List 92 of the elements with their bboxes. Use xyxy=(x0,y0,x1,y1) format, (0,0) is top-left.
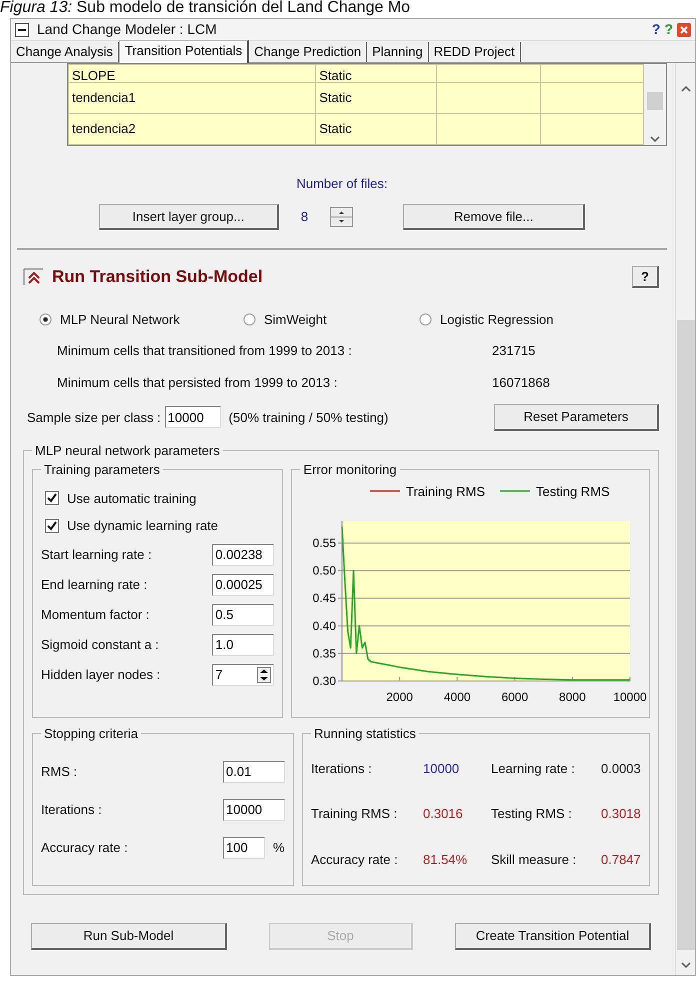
radio-button[interactable] xyxy=(243,312,256,326)
input-field[interactable]: 10000 xyxy=(223,798,285,820)
group-title: Running statistics xyxy=(313,726,417,740)
table-cell: Static xyxy=(316,114,436,144)
input-field[interactable]: 100 xyxy=(223,836,265,858)
stat-value: 16071868 xyxy=(492,374,550,392)
field-label: Sigmoid constant a : xyxy=(41,636,159,654)
radio-label: Logistic Regression xyxy=(440,310,554,329)
axis-tick-label: 10000 xyxy=(614,690,648,704)
insert-layer-button[interactable]: Insert layer group... xyxy=(98,204,279,230)
group-title: Error monitoring xyxy=(302,462,398,476)
checkbox[interactable] xyxy=(45,518,59,533)
stat-label: Accuracy rate : xyxy=(311,850,399,869)
axis-tick-label: 4000 xyxy=(444,690,471,704)
close-icon[interactable] xyxy=(677,22,691,36)
file-count: 8 xyxy=(300,208,308,226)
spin-field[interactable]: 7 xyxy=(212,664,274,686)
axis-tick-label: 6000 xyxy=(502,690,529,704)
group-title: MLP neural network parameters xyxy=(34,442,221,458)
input-field[interactable]: 0.01 xyxy=(223,760,285,782)
legend-label: Training RMS xyxy=(406,484,486,498)
stat-label: Minimum cells that persisted from 1999 to 2013 : xyxy=(57,374,338,392)
remove-file-button[interactable]: Remove file... xyxy=(403,204,586,230)
radio-label: SimWeight xyxy=(264,310,327,329)
table-cell: Static xyxy=(316,82,436,114)
axis-tick-label: 0.40 xyxy=(313,618,336,632)
checkbox-label: Use dynamic learning rate xyxy=(67,517,218,535)
window-title: Land Change Modeler : LCM xyxy=(37,20,217,39)
collapse-toggle-icon[interactable] xyxy=(23,268,44,286)
scrollbar-thumb[interactable] xyxy=(647,92,663,110)
reset-parameters-button[interactable]: Reset Parameters xyxy=(494,404,659,430)
section-title: Run Transition Sub-Model xyxy=(52,266,263,288)
input-field[interactable]: 1.0 xyxy=(212,634,274,656)
stat-label: Testing RMS : xyxy=(491,805,573,823)
input-field[interactable]: 0.00238 xyxy=(212,544,274,566)
help-button[interactable]: ? xyxy=(652,19,660,40)
radio-button[interactable] xyxy=(419,312,432,326)
unit-label: % xyxy=(273,838,285,857)
field-label: RMS : xyxy=(41,762,78,781)
checkbox[interactable] xyxy=(45,491,59,506)
help-button[interactable]: ? xyxy=(632,266,659,288)
collapse-icon[interactable] xyxy=(15,22,29,36)
spin-button[interactable] xyxy=(330,206,354,227)
tab[interactable]: Transition Potentials xyxy=(118,40,250,63)
stat-label: Skill measure : xyxy=(491,850,578,868)
legend-line xyxy=(370,490,400,492)
group-title: Training parameters xyxy=(43,462,161,476)
axis-tick-label: 0.55 xyxy=(313,536,336,550)
sample-note: (50% training / 50% testing) xyxy=(228,408,388,427)
legend-line xyxy=(500,490,530,492)
table-cell: tendencia2 xyxy=(68,114,316,144)
action-button[interactable]: Create Transition Potential xyxy=(455,923,651,950)
axis-tick-label: 8000 xyxy=(559,690,586,704)
stat-label: Training RMS : xyxy=(311,805,398,823)
axis-tick-label: 0.30 xyxy=(313,674,336,688)
axis-tick-label: 0.35 xyxy=(313,646,336,660)
checkbox-label: Use automatic training xyxy=(67,490,196,508)
stat-value: 0.3016 xyxy=(423,805,464,823)
input-field[interactable]: 0.5 xyxy=(212,604,274,626)
stat-value: 0.0003 xyxy=(601,760,641,778)
table-cell: tendencia1 xyxy=(68,82,316,114)
field-label: End learning rate : xyxy=(41,576,148,594)
axis-tick-label: 0.45 xyxy=(313,590,336,605)
files-label: Number of files: xyxy=(295,175,389,193)
table-cell: Static xyxy=(316,64,436,82)
field-label: Start learning rate : xyxy=(41,546,152,564)
group-title: Stopping criteria xyxy=(43,726,139,740)
scrollbar-thumb[interactable] xyxy=(676,320,694,950)
radio-label: MLP Neural Network xyxy=(60,310,180,328)
stat-label: Learning rate : xyxy=(491,760,576,778)
sample-size-field[interactable]: 10000 xyxy=(164,406,221,428)
axis-tick-label: 0.50 xyxy=(313,563,336,578)
stat-label: Minimum cells that transitioned from 1999 to 2013 : xyxy=(57,342,353,360)
action-button[interactable]: Run Sub-Model xyxy=(31,923,227,950)
stat-value: 231715 xyxy=(492,342,536,360)
sample-size-label: Sample size per class : xyxy=(27,408,161,427)
figure-caption: Figura 13: Sub modelo de transición del Land Change Mo xyxy=(0,0,412,18)
stat-value: 0.7847 xyxy=(601,850,641,868)
axis-tick-label: 2000 xyxy=(386,690,414,704)
stat-value: 10000 xyxy=(423,760,460,778)
field-label: Hidden layer nodes : xyxy=(41,666,160,684)
input-field[interactable]: 0.00025 xyxy=(212,574,274,596)
radio-button[interactable] xyxy=(39,312,52,326)
stat-value: 81.54% xyxy=(423,850,468,868)
spin-arrows-icon[interactable] xyxy=(257,666,272,682)
stat-value: 0.3018 xyxy=(601,805,641,823)
field-label: Accuracy rate : xyxy=(41,838,128,857)
field-label: Iterations : xyxy=(41,800,102,819)
table-cell: SLOPE xyxy=(68,64,316,82)
field-label: Momentum factor : xyxy=(41,606,150,624)
stat-label: Iterations : xyxy=(311,760,373,778)
legend-label: Testing RMS xyxy=(536,484,610,498)
